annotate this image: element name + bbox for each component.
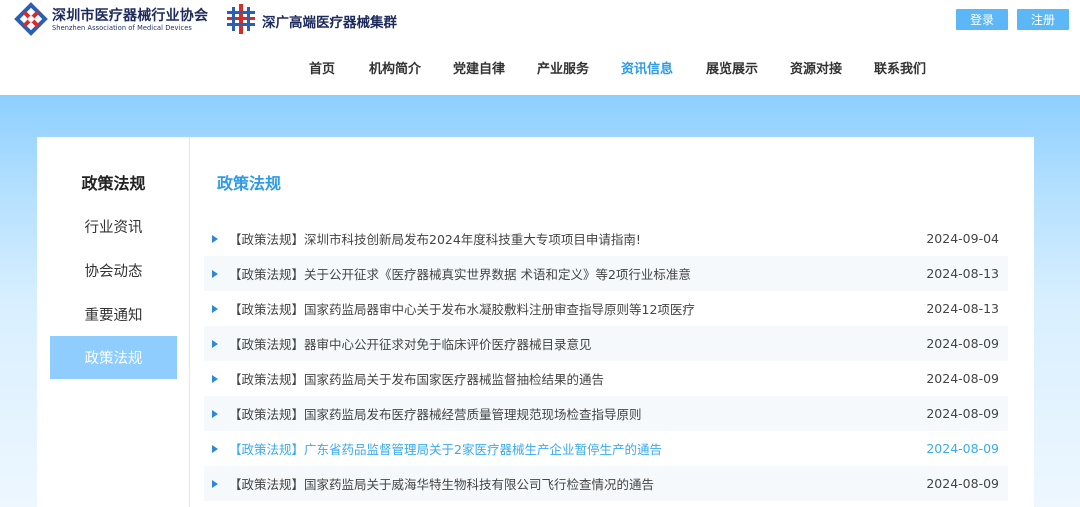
triangle-bullet-icon: [212, 444, 218, 453]
list-item-title[interactable]: 【政策法规】广东省药品监督管理局关于2家医疗器械生产企业暂停生产的通告: [229, 439, 1008, 458]
nav-item-contact[interactable]: 联系我们: [874, 58, 926, 77]
nav-item-exhibition[interactable]: 展览展示: [706, 58, 758, 77]
nav-item-news[interactable]: 资讯信息: [621, 58, 673, 77]
association-name: 深圳市医疗器械行业协会: [52, 8, 209, 24]
triangle-bullet-icon: [212, 374, 218, 383]
main-nav: 首页 机构简介 党建自律 产业服务 资讯信息 展览展示 资源对接 联系我们: [0, 58, 1080, 78]
list-item-title[interactable]: 【政策法规】国家药监局关于威海华特生物科技有限公司飞行检查情况的通告: [229, 474, 1008, 493]
list-item[interactable]: 【政策法规】国家药监局器审中心关于发布水凝胶敷料注册审查指导原则等12项医疗 2…: [204, 291, 1008, 326]
list-item[interactable]: 【政策法规】深圳市科技创新局发布2024年度科技重大专项项目申请指南! 2024…: [204, 221, 1008, 256]
association-name-en: Shenzhen Association of Medical Devices: [52, 24, 192, 32]
list-item-title[interactable]: 【政策法规】国家药监局发布医疗器械经营质量管理规范现场检查指导原则: [229, 404, 1008, 423]
sidebar-title: 政策法规: [81, 174, 146, 193]
nav-item-party[interactable]: 党建自律: [453, 58, 505, 77]
list-item-title[interactable]: 【政策法规】国家药监局关于发布国家医疗器械监督抽检结果的通告: [229, 369, 1008, 388]
list-item[interactable]: 【政策法规】关于公开征求《医疗器械真实世界数据 术语和定义》等2项行业标准意 2…: [204, 256, 1008, 291]
cluster-logo-icon: [227, 4, 255, 34]
nav-item-home[interactable]: 首页: [309, 58, 335, 77]
nav-item-services[interactable]: 产业服务: [537, 58, 589, 77]
list-item-title[interactable]: 【政策法规】关于公开征求《医疗器械真实世界数据 术语和定义》等2项行业标准意: [229, 264, 1008, 283]
list-item[interactable]: 【政策法规】国家药监局关于发布国家医疗器械监督抽检结果的通告 2024-08-0…: [204, 361, 1008, 396]
nav-item-resources[interactable]: 资源对接: [790, 58, 842, 77]
register-button[interactable]: 注册: [1017, 9, 1069, 30]
list-item-date: 2024-08-13: [926, 266, 999, 281]
list-item[interactable]: 【政策法规】国家药监局关于威海华特生物科技有限公司飞行检查情况的通告 2024-…: [204, 466, 1008, 501]
list-item-date: 2024-08-09: [926, 371, 999, 386]
list-item-date: 2024-09-04: [926, 231, 999, 246]
list-item-date: 2024-08-09: [926, 476, 999, 491]
nav-item-about[interactable]: 机构简介: [369, 58, 421, 77]
article-list: 【政策法规】深圳市科技创新局发布2024年度科技重大专项项目申请指南! 2024…: [204, 221, 1008, 501]
cluster-logo[interactable]: 深广高端医疗器械集群: [224, 2, 404, 38]
login-button[interactable]: 登录: [956, 9, 1008, 30]
list-item-title[interactable]: 【政策法规】国家药监局器审中心关于发布水凝胶敷料注册审查指导原则等12项医疗: [229, 299, 1008, 318]
list-item-title[interactable]: 【政策法规】器审中心公开征求对免于临床评价医疗器械目录意见: [229, 334, 1008, 353]
sidebar-item-industry-news[interactable]: 行业资讯: [50, 205, 177, 248]
list-item-highlighted[interactable]: 【政策法规】广东省药品监督管理局关于2家医疗器械生产企业暂停生产的通告 2024…: [204, 431, 1008, 466]
list-item[interactable]: 【政策法规】国家药监局发布医疗器械经营质量管理规范现场检查指导原则 2024-0…: [204, 396, 1008, 431]
sidebar: 政策法规 行业资讯 协会动态 重要通知 政策法规: [37, 137, 190, 507]
triangle-bullet-icon: [212, 269, 218, 278]
triangle-bullet-icon: [212, 339, 218, 348]
triangle-bullet-icon: [212, 479, 218, 488]
list-item-date: 2024-08-13: [926, 301, 999, 316]
sidebar-item-association-news[interactable]: 协会动态: [50, 249, 177, 292]
page-title: 政策法规: [217, 174, 282, 193]
list-item-date: 2024-08-09: [926, 336, 999, 351]
association-logo[interactable]: 深圳市医疗器械行业协会 Shenzhen Association of Medi…: [14, 2, 214, 38]
cluster-name: 深广高端医疗器械集群: [262, 15, 397, 31]
list-item-date: 2024-08-09: [926, 406, 999, 421]
triangle-bullet-icon: [212, 234, 218, 243]
triangle-bullet-icon: [212, 304, 218, 313]
list-item-title[interactable]: 【政策法规】深圳市科技创新局发布2024年度科技重大专项项目申请指南!: [229, 229, 1008, 248]
list-item-date: 2024-08-09: [926, 441, 999, 456]
association-logo-icon: [14, 2, 48, 36]
triangle-bullet-icon: [212, 409, 218, 418]
sidebar-item-policies[interactable]: 政策法规: [50, 336, 177, 379]
sidebar-item-notices[interactable]: 重要通知: [50, 293, 177, 336]
site-header: 深圳市医疗器械行业协会 Shenzhen Association of Medi…: [0, 0, 1080, 95]
list-item[interactable]: 【政策法规】器审中心公开征求对免于临床评价医疗器械目录意见 2024-08-09: [204, 326, 1008, 361]
